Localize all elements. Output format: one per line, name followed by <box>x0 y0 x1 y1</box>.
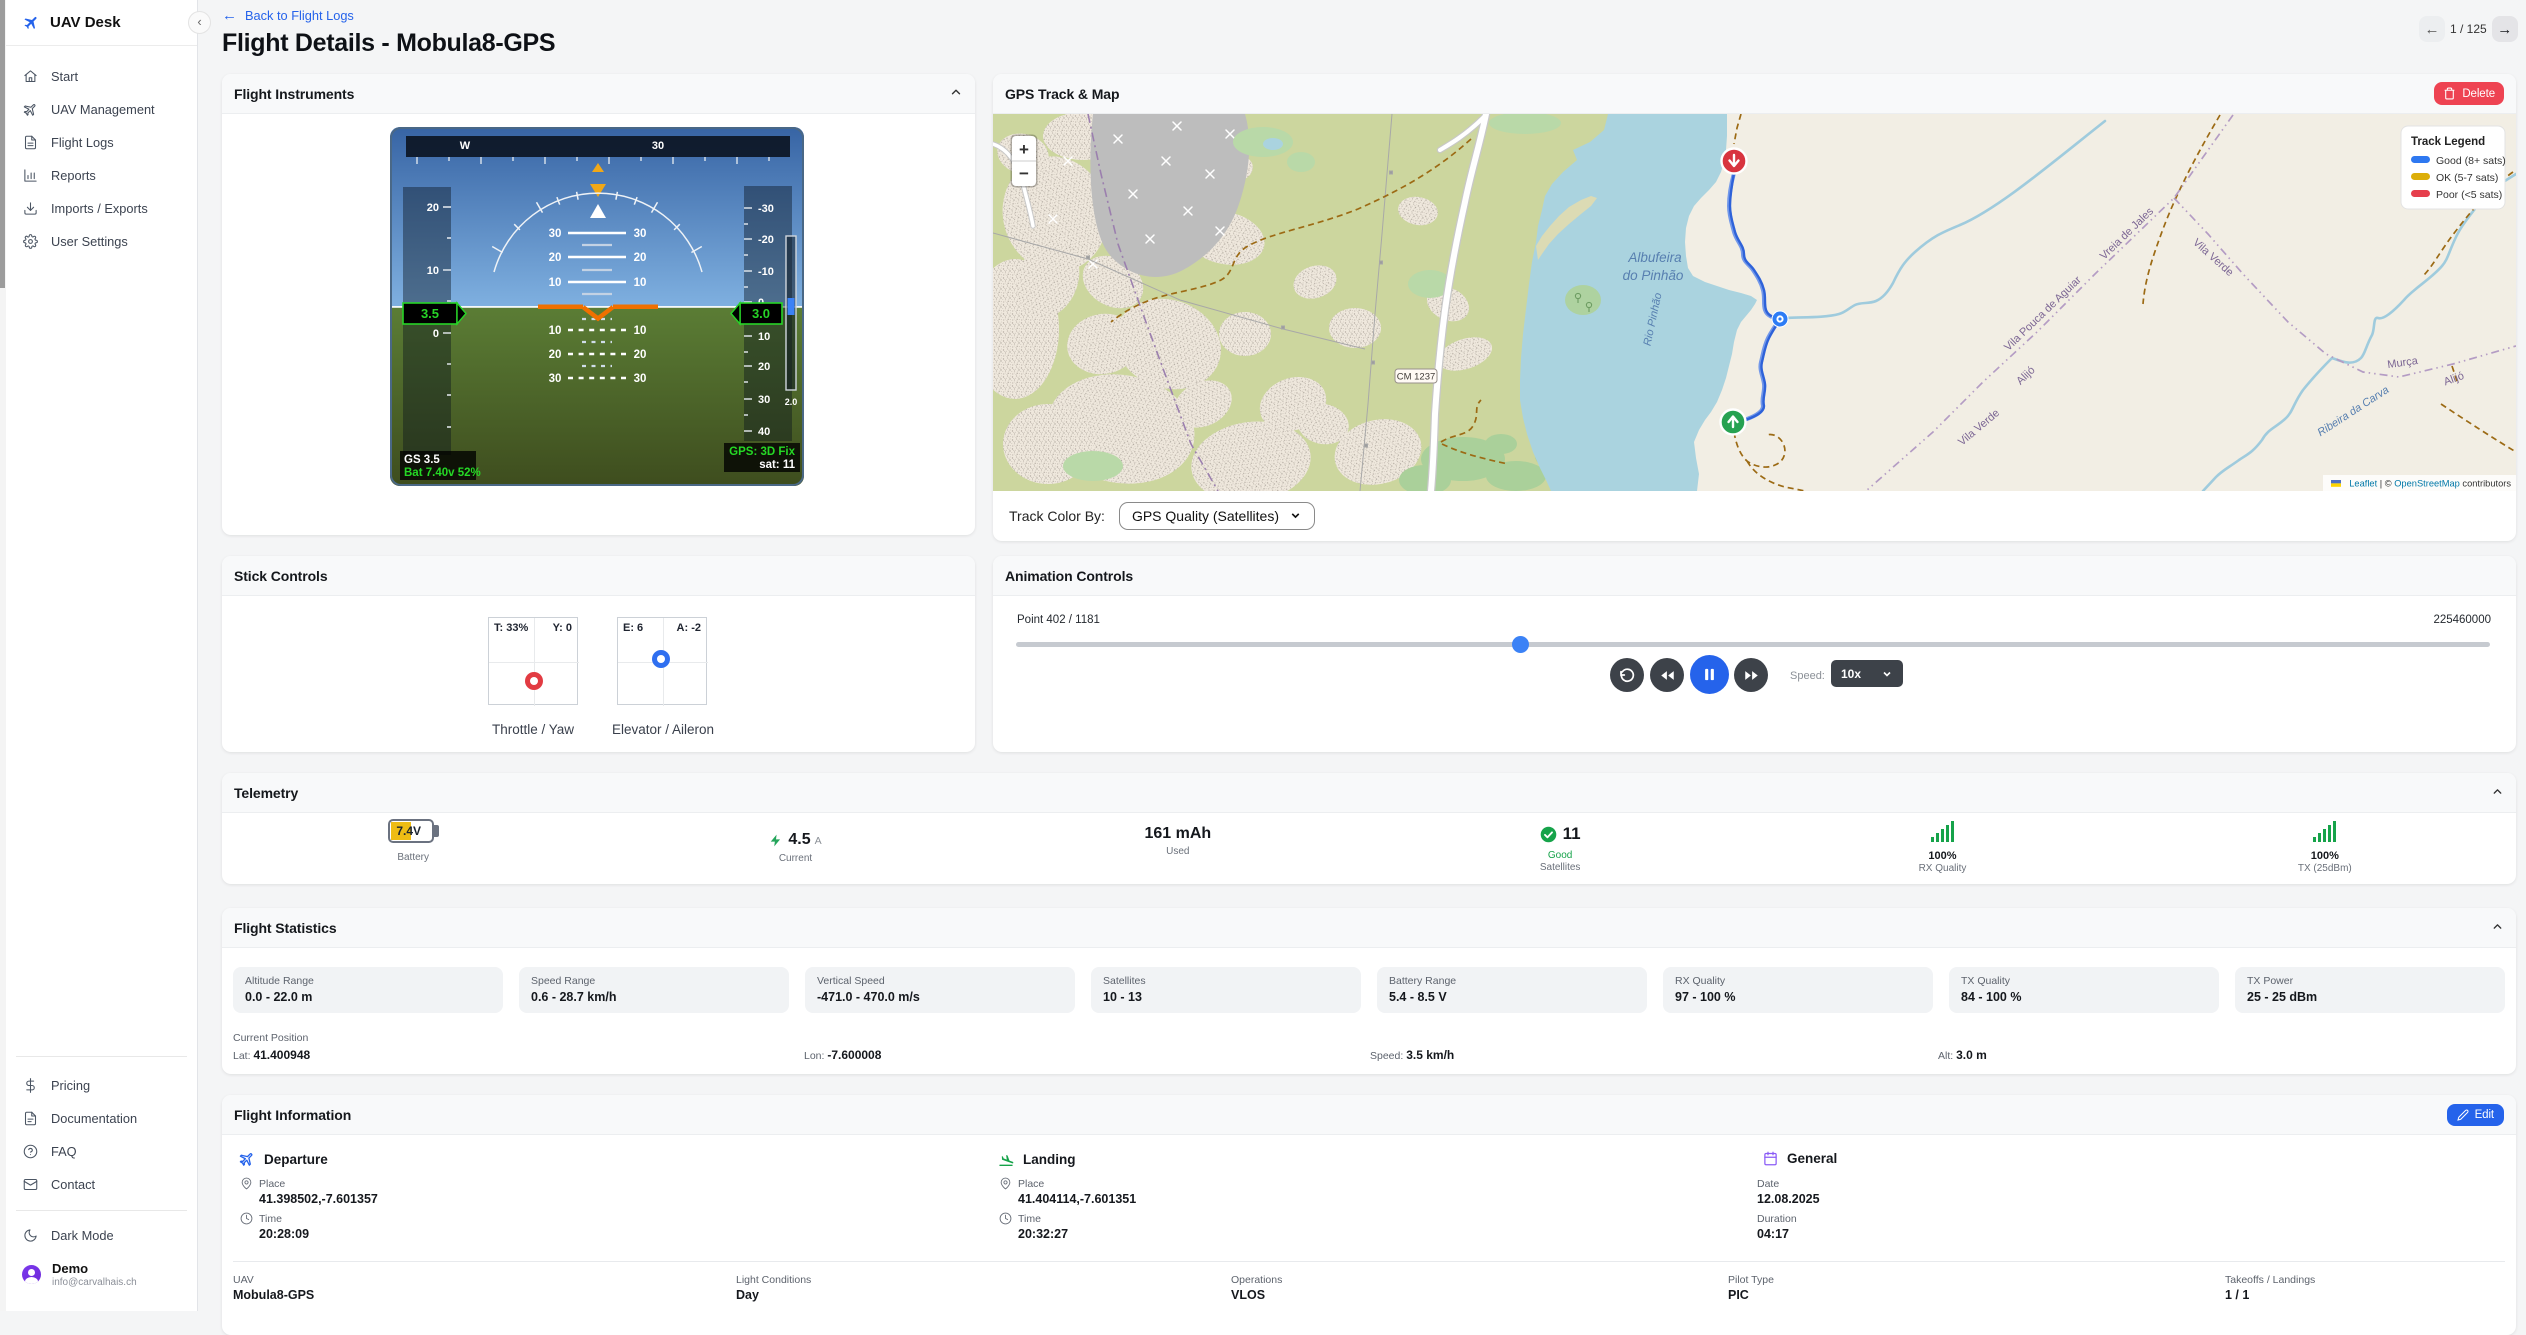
svg-text:3.0: 3.0 <box>752 306 770 321</box>
svg-text:GS 3.5: GS 3.5 <box>404 454 440 466</box>
svg-text:-20: -20 <box>758 234 774 246</box>
svg-text:30: 30 <box>549 373 562 385</box>
svg-text:OK (5-7 sats): OK (5-7 sats) <box>2436 172 2498 184</box>
svg-text:W: W <box>460 140 471 152</box>
svg-text:20: 20 <box>634 349 647 361</box>
svg-text:30: 30 <box>634 228 647 240</box>
svg-text:30: 30 <box>652 140 664 152</box>
svg-text:20: 20 <box>634 252 647 264</box>
svg-text:CM 1237: CM 1237 <box>1397 372 1436 383</box>
svg-text:3.5: 3.5 <box>421 306 439 321</box>
svg-text:Good (8+ sats): Good (8+ sats) <box>2436 155 2506 167</box>
svg-text:+: + <box>1019 140 1029 159</box>
svg-text:10: 10 <box>427 265 439 277</box>
svg-text:GPS: 3D Fix: GPS: 3D Fix <box>729 446 795 458</box>
svg-text:40: 40 <box>758 426 770 438</box>
svg-text:10: 10 <box>634 277 647 289</box>
svg-text:−: − <box>1019 164 1029 183</box>
svg-text:do Pinhão: do Pinhão <box>1623 268 1684 283</box>
svg-text:Albufeira: Albufeira <box>1627 250 1682 265</box>
svg-text:0: 0 <box>433 328 439 340</box>
svg-text:Bat 7.40v 52%: Bat 7.40v 52% <box>404 467 481 479</box>
svg-text:30: 30 <box>634 373 647 385</box>
svg-text:10: 10 <box>634 325 647 337</box>
svg-text:10: 10 <box>758 331 770 343</box>
svg-text:sat: 11: sat: 11 <box>759 459 795 471</box>
svg-text:10: 10 <box>549 325 562 337</box>
svg-text:20: 20 <box>549 349 562 361</box>
svg-text:2.0: 2.0 <box>785 397 798 407</box>
svg-text:10: 10 <box>549 277 562 289</box>
svg-text:20: 20 <box>427 202 439 214</box>
svg-text:Leaflet | © OpenStreetMap cont: Leaflet | © OpenStreetMap contributors <box>2349 479 2511 489</box>
svg-text:20: 20 <box>758 361 770 373</box>
svg-text:-30: -30 <box>758 203 774 215</box>
svg-text:20: 20 <box>549 252 562 264</box>
svg-text:-10: -10 <box>758 266 774 278</box>
svg-text:30: 30 <box>758 394 770 406</box>
svg-text:30: 30 <box>549 228 562 240</box>
svg-text:Poor (<5 sats): Poor (<5 sats) <box>2436 189 2502 201</box>
svg-text:Track Legend: Track Legend <box>2411 136 2485 148</box>
